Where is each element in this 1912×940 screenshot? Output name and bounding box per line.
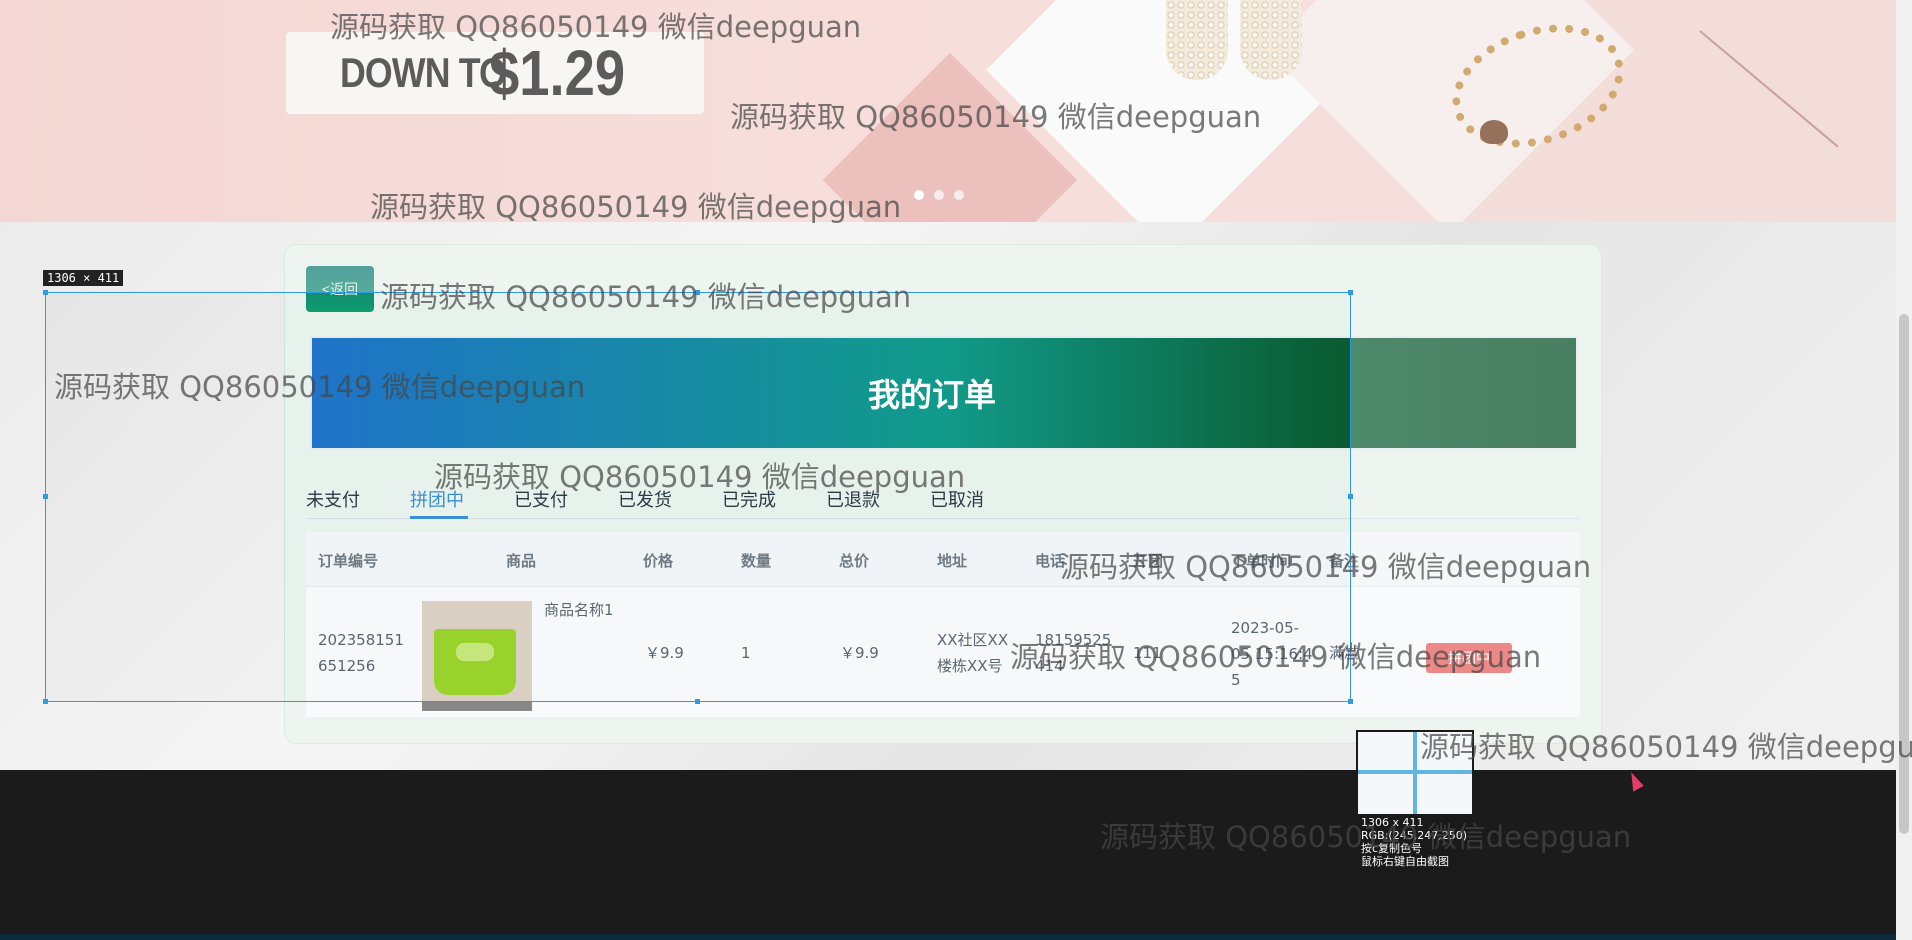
magnifier-free-capture-hint: 鼠标右键自由截图 xyxy=(1361,855,1449,868)
magnifier-view xyxy=(1358,732,1472,814)
resize-handle[interactable] xyxy=(43,494,48,499)
magnifier-rgb: RGB:(245,247,250) xyxy=(1361,829,1467,842)
page-scrollbar-thumb[interactable] xyxy=(1899,314,1909,834)
resize-handle[interactable] xyxy=(43,290,48,295)
page-footer xyxy=(0,770,1896,940)
magnifier-info: 1306 x 411 RGB:(245,247,250) 按c复制色号 鼠标右键… xyxy=(1361,816,1467,868)
resize-handle[interactable] xyxy=(695,699,700,704)
resize-handle[interactable] xyxy=(695,290,700,295)
magnifier-size: 1306 x 411 xyxy=(1361,816,1424,829)
color-magnifier: 1306 x 411 RGB:(245,247,250) 按c复制色号 鼠标右键… xyxy=(1356,730,1474,874)
crosshair-vertical xyxy=(1413,732,1417,814)
magnifier-copy-hint: 按c复制色号 xyxy=(1361,842,1423,855)
selection-size-label: 1306 × 411 xyxy=(43,270,124,286)
capture-dim-overlay xyxy=(1351,292,1896,702)
capture-dim-overlay xyxy=(0,292,45,702)
resize-handle[interactable] xyxy=(43,699,48,704)
resize-handle[interactable] xyxy=(1348,494,1353,499)
capture-selection-rectangle[interactable] xyxy=(45,292,1351,702)
capture-dim-overlay xyxy=(0,0,1896,292)
footer-bottom-bar xyxy=(0,934,1896,940)
capture-dim-overlay xyxy=(0,702,1896,770)
resize-handle[interactable] xyxy=(1348,290,1353,295)
resize-handle[interactable] xyxy=(1348,699,1353,704)
